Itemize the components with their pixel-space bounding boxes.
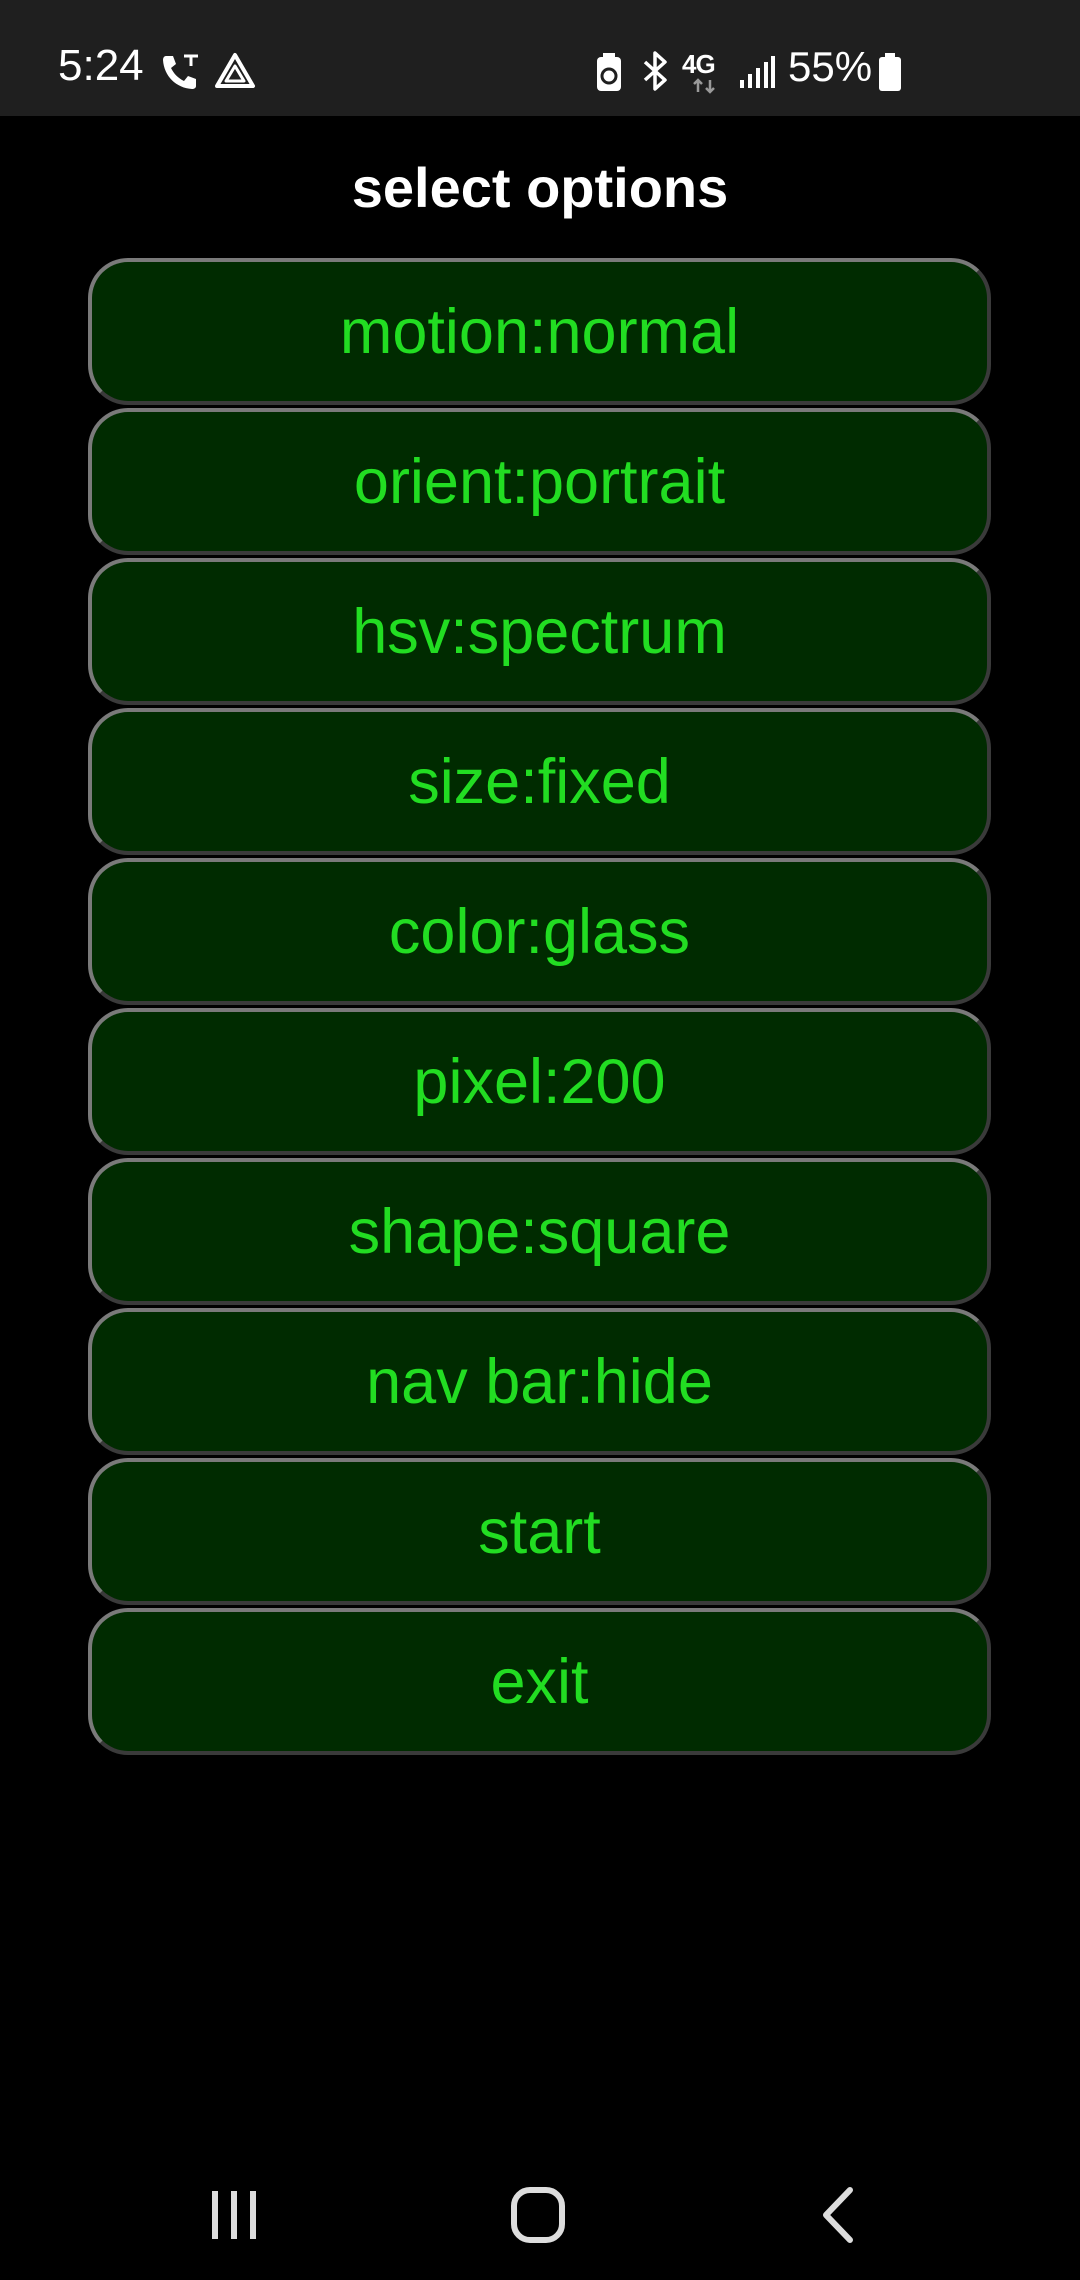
network-4g-icon: 4G	[682, 50, 732, 94]
option-list: motion:normal orient:portrait hsv:spectr…	[88, 258, 991, 1758]
signal-bars-icon	[740, 56, 775, 88]
status-time: 5:24	[58, 41, 144, 90]
drive-icon	[215, 53, 255, 88]
motion-option-button[interactable]: motion:normal	[88, 258, 991, 405]
pixel-option-button[interactable]: pixel:200	[88, 1008, 991, 1155]
page-title: select options	[351, 156, 729, 219]
navigation-bar	[0, 2150, 1080, 2280]
exit-button[interactable]: exit	[88, 1608, 991, 1755]
battery-percent: 55%	[788, 43, 873, 90]
shape-option-button[interactable]: shape:square	[88, 1158, 991, 1305]
hsv-option-button[interactable]: hsv:spectrum	[88, 558, 991, 705]
back-icon[interactable]	[780, 2180, 900, 2250]
nav-bar-option-button[interactable]: nav bar:hide	[88, 1308, 991, 1455]
color-option-button[interactable]: color:glass	[88, 858, 991, 1005]
status-bar: 5:24 4G 55%	[0, 0, 1080, 116]
orient-option-button[interactable]: orient:portrait	[88, 408, 991, 555]
recent-apps-icon[interactable]	[174, 2180, 294, 2250]
battery-icon	[879, 53, 901, 91]
bluetooth-icon	[643, 51, 667, 91]
battery-saver-icon	[597, 53, 621, 91]
size-option-button[interactable]: size:fixed	[88, 708, 991, 855]
network-label: 4G	[682, 49, 716, 79]
start-button[interactable]: start	[88, 1458, 991, 1605]
phone-call-icon	[163, 54, 198, 89]
home-icon[interactable]	[478, 2180, 598, 2250]
